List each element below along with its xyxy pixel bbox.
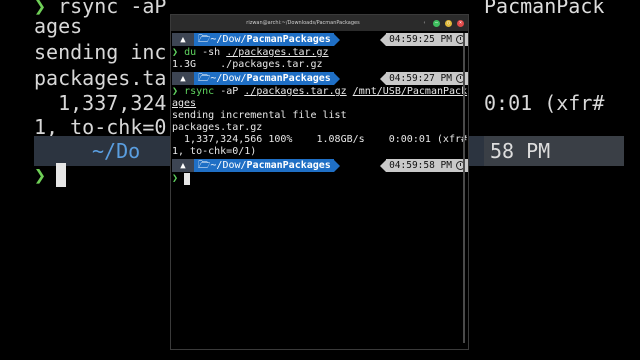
folder-icon: 🗁 [198,159,211,171]
prompt-bar: ▲ 🗁 ~/Dow/PacmanPackages 04:59:58 PM [172,159,468,172]
output-line: 1, to-chk=0/1) [172,146,257,157]
bg-right-fragment: 0:01 (xfr# [484,91,605,115]
title-bar[interactable]: rizwan@archi:~/Downloads/PacmanPackages … [171,15,468,31]
bg-prompt: ❯ [34,163,47,187]
segment-arrow [333,72,340,85]
bg-dir-fragment: ~/Do [92,139,141,163]
bg-right-fragment: PacmanPack [484,0,605,18]
terminal-window[interactable]: rizwan@archi:~/Downloads/PacmanPackages … [170,14,469,350]
bg-line: packages.ta [34,66,167,90]
maximize-button[interactable]: ○ [445,19,452,27]
directory-segment: 🗁 ~/Dow/PacmanPackages [194,33,334,46]
window-controls: ‹ – ○ × [421,19,464,27]
bg-cursor [56,163,66,187]
window-title: rizwan@archi:~/Downloads/PacmanPackages [246,20,360,26]
arch-icon: ▲ [172,159,194,172]
close-button[interactable]: × [457,19,464,27]
prompt-time: 04:59:58 PM [386,159,468,172]
command-line: ❯ du -sh ./packages.tar.gz [172,47,329,58]
text-cursor [184,173,191,185]
prompt-bar: ▲ 🗁 ~/Dow/PacmanPackages 04:59:27 PM [172,72,468,85]
output-line: 1.3G ./packages.tar.gz [172,59,323,70]
input-line[interactable]: ❯ [172,173,468,185]
output-line: packages.tar.gz [172,122,263,133]
folder-icon: 🗁 [198,72,211,84]
prompt-time: 04:59:27 PM [386,72,468,85]
back-icon[interactable]: ‹ [421,20,428,27]
scrollbar[interactable] [463,33,465,343]
bg-line: 1,337,324 [34,91,167,115]
arch-icon: ▲ [172,33,194,46]
terminal-content[interactable]: ▲ 🗁 ~/Dow/PacmanPackages 04:59:25 PM ❯ du… [171,31,468,185]
minimize-button[interactable]: – [433,19,440,27]
output-line: sending incremental file list [172,110,347,121]
bg-line: sending inc [34,40,167,64]
arch-icon: ▲ [172,72,194,85]
prompt-time: 04:59:25 PM [386,33,468,46]
command-line-wrap: ages [172,98,197,109]
directory-segment: 🗁 ~/Dow/PacmanPackages [194,72,334,85]
segment-arrow [333,33,340,46]
prompt-bar: ▲ 🗁 ~/Dow/PacmanPackages 04:59:25 PM [172,33,468,46]
segment-arrow [333,159,340,172]
title-spacer [175,20,185,26]
folder-icon: 🗁 [198,33,211,45]
output-line: 1,337,324,566 100% 1.08GB/s 0:00:01 (xfr… [172,134,468,145]
command-line: ❯ rsync -aP ./packages.tar.gz /mnt/USB/P… [172,86,468,97]
directory-segment: 🗁 ~/Dow/PacmanPackages [194,159,334,172]
bg-time-fragment: 58 PM [484,136,624,166]
bg-line: ages [34,14,83,38]
